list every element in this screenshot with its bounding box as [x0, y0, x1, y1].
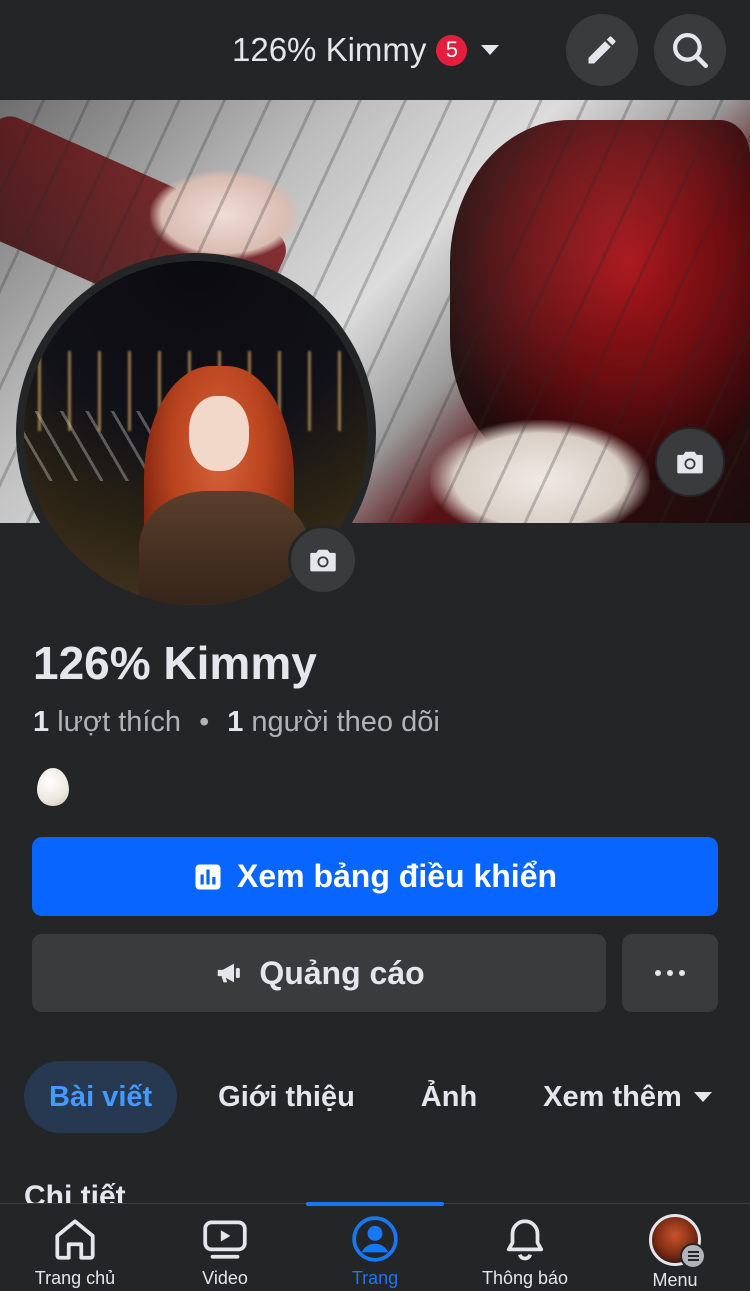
edit-cover-photo-button[interactable] [655, 427, 725, 497]
page-tabs: Bài viết Giới thiệu Ảnh Xem thêm [24, 1061, 737, 1133]
likes-count: 1 [33, 706, 50, 738]
tab-posts[interactable]: Bài viết [24, 1061, 178, 1133]
tab-label: Xem thêm [543, 1080, 682, 1113]
tab-photos[interactable]: Ảnh [396, 1061, 502, 1133]
ellipsis-dot [655, 970, 661, 976]
advertise-button[interactable]: Quảng cáo [32, 934, 606, 1012]
more-options-button[interactable] [622, 934, 718, 1012]
stats-separator: • [199, 706, 210, 738]
advertise-label: Quảng cáo [259, 954, 425, 991]
nav-label: Video [202, 1268, 248, 1288]
view-dashboard-button[interactable]: Xem bảng điều khiển [32, 837, 718, 916]
bottom-navigation: Trang chủ Video Trang Thông báo Menu [0, 1202, 750, 1291]
tab-about[interactable]: Giới thiệu [193, 1061, 380, 1133]
page-switcher[interactable]: 126% Kimmy 5 [232, 28, 500, 72]
ellipsis-dot [679, 970, 685, 976]
page-stats: 1 lượt thích • 1 người theo dõi [33, 706, 440, 739]
nav-menu[interactable]: Menu [600, 1204, 750, 1291]
tab-label: Giới thiệu [218, 1080, 355, 1113]
nav-notifications[interactable]: Thông báo [450, 1204, 600, 1291]
hamburger-menu-icon [680, 1243, 706, 1269]
nav-label: Menu [652, 1270, 698, 1290]
view-dashboard-label: Xem bảng điều khiển [236, 858, 558, 894]
avatar-decoration [139, 491, 309, 605]
caret-down-icon [481, 45, 500, 55]
likes-label[interactable]: lượt thích [57, 706, 181, 739]
camera-icon [310, 549, 336, 572]
nav-label: Thông báo [481, 1268, 569, 1288]
ellipsis-dot [667, 970, 673, 976]
active-tab-indicator [306, 1202, 444, 1206]
page-profile-icon [352, 1216, 398, 1262]
avatar-decoration [189, 396, 249, 471]
bell-icon [506, 1219, 544, 1261]
edit-profile-picture-button[interactable] [288, 525, 358, 595]
edit-button[interactable] [566, 14, 638, 86]
nav-label: Trang chủ [34, 1268, 116, 1288]
video-icon [203, 1220, 247, 1259]
camera-icon [677, 451, 703, 474]
nav-video[interactable]: Video [150, 1204, 300, 1291]
home-icon [55, 1219, 95, 1260]
dashboard-chart-icon [195, 864, 221, 889]
megaphone-icon [218, 963, 241, 983]
top-bar: 126% Kimmy 5 [0, 0, 750, 100]
tab-label: Ảnh [420, 1080, 478, 1113]
followers-count: 1 [227, 706, 244, 738]
nav-home[interactable]: Trang chủ [0, 1204, 150, 1291]
page-root: 126% Kimmy 5 126% Kimmy 1 lượt thích • 1… [0, 0, 750, 1291]
pencil-icon [588, 36, 616, 64]
tab-label: Bài viết [49, 1080, 153, 1113]
page-switcher-name: 126% Kimmy [232, 31, 427, 68]
page-title: 126% Kimmy [33, 637, 317, 689]
search-icon [673, 33, 709, 69]
menu-avatar [649, 1214, 706, 1269]
nav-label: Trang [351, 1268, 399, 1288]
bio-egg-emoji [37, 768, 69, 806]
search-button[interactable] [654, 14, 726, 86]
followers-label[interactable]: người theo dõi [251, 706, 439, 739]
notification-badge: 5 [436, 34, 468, 66]
caret-down-icon [693, 1092, 712, 1102]
nav-page[interactable]: Trang [300, 1202, 450, 1291]
tab-see-more[interactable]: Xem thêm [518, 1061, 737, 1133]
